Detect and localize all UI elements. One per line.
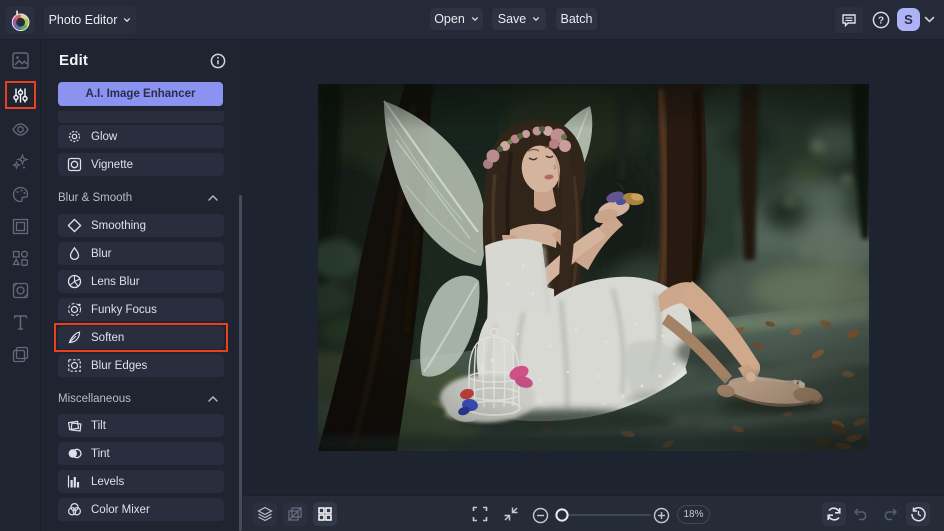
svg-text:?: ?	[878, 16, 884, 27]
